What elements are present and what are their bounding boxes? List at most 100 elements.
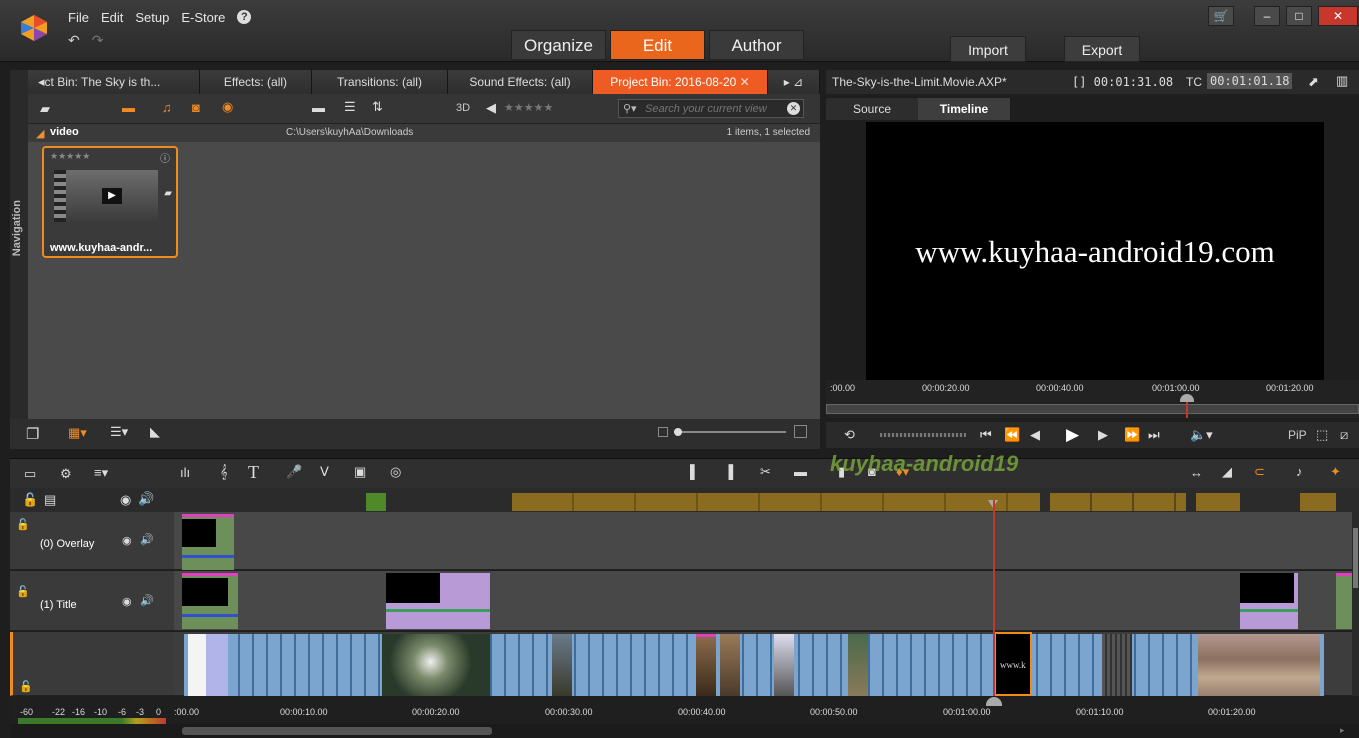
timeline-menu-icon[interactable]: ≡▾: [94, 465, 108, 481]
scroll-right-icon[interactable]: ▸: [784, 75, 790, 89]
timeline-clip[interactable]: [386, 573, 490, 629]
go-to-start-icon[interactable]: ⏮: [980, 427, 992, 443]
sort-icon[interactable]: ⇅: [372, 99, 383, 115]
lock-icon[interactable]: 🔓: [16, 585, 30, 598]
shuttle-control[interactable]: [880, 433, 966, 437]
track-name[interactable]: (1) Title: [40, 599, 77, 611]
scroll-right-icon[interactable]: ▸: [1340, 725, 1345, 736]
timeline-clip[interactable]: [552, 634, 572, 696]
list-view-icon[interactable]: ☰: [344, 99, 356, 115]
tab-project-bin-date[interactable]: Project Bin: 2016-08-20 ✕: [593, 70, 768, 94]
scrollbar-thumb[interactable]: [182, 727, 492, 735]
playhead-handle[interactable]: [986, 697, 1002, 706]
asset-rating[interactable]: ★★★★★: [50, 151, 90, 162]
wave-icon[interactable]: ᐯ: [320, 464, 329, 480]
visibility-icon[interactable]: ◉: [122, 534, 132, 547]
import-button[interactable]: Import: [950, 36, 1026, 62]
track-overlay[interactable]: [174, 512, 1352, 570]
track-settings-icon[interactable]: ▭: [24, 466, 36, 482]
timeline-clip[interactable]: [774, 634, 794, 696]
play-icon[interactable]: ▶: [1066, 425, 1079, 445]
folder-icon[interactable]: ▬: [312, 100, 325, 115]
lock-icon[interactable]: 🔓: [19, 680, 33, 693]
audio-mixer-icon[interactable]: ılı: [180, 465, 190, 480]
tab-sound-effects[interactable]: Sound Effects: (all): [448, 70, 593, 94]
storyboard-icon[interactable]: ▤: [44, 492, 56, 508]
player-scrubber-handle[interactable]: [1180, 394, 1194, 402]
step-forward-icon[interactable]: ⏩: [1124, 427, 1140, 443]
video-filter-icon[interactable]: ▬: [122, 100, 135, 115]
timeline-clip[interactable]: [382, 634, 490, 696]
speaker-icon[interactable]: 🔊: [138, 491, 154, 507]
zoom-slider-handle[interactable]: [674, 428, 682, 436]
list-view-icon[interactable]: ☰▾: [110, 424, 128, 440]
tab-timeline[interactable]: Timeline: [918, 98, 1010, 120]
tab-organize[interactable]: Organize: [511, 30, 606, 60]
maximize-button[interactable]: □: [1286, 6, 1312, 26]
timecode-display[interactable]: 00:01:01.18: [1207, 73, 1293, 89]
pin-panel-icon[interactable]: ◣: [150, 424, 160, 440]
tag-icon[interactable]: ◀: [486, 100, 496, 116]
magnet-icon[interactable]: ⊂: [1254, 464, 1265, 480]
title-editor-icon[interactable]: T: [248, 462, 259, 483]
add-to-collection-icon[interactable]: ▰: [40, 101, 50, 117]
search-input[interactable]: [645, 101, 785, 116]
marker-out-icon[interactable]: ▐: [724, 464, 733, 479]
marker-in-icon[interactable]: ▌: [690, 464, 699, 479]
settings-icon[interactable]: ⚙: [60, 466, 72, 482]
timeline-playhead[interactable]: [993, 500, 995, 700]
go-to-end-icon[interactable]: ⏭: [1148, 427, 1160, 443]
timeline-clip[interactable]: [188, 634, 206, 696]
close-tab-icon[interactable]: ✕: [740, 75, 750, 89]
timeline-clip[interactable]: [206, 634, 228, 696]
visibility-icon[interactable]: ◉: [120, 492, 131, 508]
cart-icon[interactable]: 🛒: [1208, 6, 1234, 26]
timeline-clip[interactable]: [182, 514, 234, 570]
help-icon[interactable]: ?: [237, 10, 252, 24]
selected-clip[interactable]: www.k: [994, 632, 1032, 696]
rating-filter[interactable]: ★★★★★: [504, 101, 553, 114]
timeline-vertical-scrollbar[interactable]: [1352, 512, 1359, 696]
player-scrub-bar[interactable]: [826, 404, 1359, 414]
redo-icon[interactable]: ↷: [92, 32, 104, 49]
frame-back-icon[interactable]: ◀: [1030, 427, 1040, 443]
timeline-ruler[interactable]: -60 -22 -16 -10 -6 -3 0 :00.00 00:00:10.…: [10, 696, 1359, 724]
expand-icon[interactable]: ◢: [36, 127, 44, 140]
layout-icon[interactable]: ▥: [1336, 73, 1348, 89]
pip-button[interactable]: PiP: [1288, 428, 1307, 442]
menu-file[interactable]: File: [68, 10, 89, 25]
disc-icon[interactable]: ◎: [390, 464, 401, 480]
minimize-button[interactable]: –: [1254, 6, 1280, 26]
speaker-icon[interactable]: 🔊: [140, 594, 154, 607]
dynamic-length-icon[interactable]: ↔: [1190, 465, 1203, 480]
zoom-slider[interactable]: [674, 431, 786, 433]
video-clip-sequence[interactable]: [184, 634, 1324, 696]
timeline-clip[interactable]: [1198, 634, 1320, 696]
timeline-overview[interactable]: 🔓 ▤ ◉ 🔊: [10, 488, 1359, 512]
razor-icon[interactable]: ✂: [760, 464, 771, 480]
pip-window-icon[interactable]: ⬚: [1316, 427, 1328, 443]
loop-icon[interactable]: ⟲: [844, 427, 855, 443]
speaker-icon[interactable]: 🔊: [140, 533, 154, 546]
step-back-icon[interactable]: ⏪: [1004, 427, 1020, 443]
timeline-clip[interactable]: [182, 573, 238, 629]
track-name[interactable]: (0) Overlay: [40, 538, 94, 550]
track-video[interactable]: www.k: [174, 632, 1352, 696]
close-button[interactable]: ✕: [1318, 6, 1358, 26]
tab-source[interactable]: Source: [826, 98, 918, 120]
menu-setup[interactable]: Setup: [135, 10, 169, 25]
fullscreen-icon[interactable]: ⬈: [1308, 74, 1319, 90]
tab-edit[interactable]: Edit: [610, 30, 705, 60]
scrollbar-thumb[interactable]: [1353, 528, 1358, 588]
tab-project-bin-sky[interactable]: ◂ ct Bin: The Sky is th...: [28, 70, 200, 94]
photo-filter-icon[interactable]: ◙: [192, 100, 200, 115]
3d-filter[interactable]: 3D: [456, 102, 470, 114]
player-screen[interactable]: www.kuyhaa-android19.com: [866, 122, 1324, 380]
visibility-icon[interactable]: ◉: [122, 595, 132, 608]
clear-search-icon[interactable]: ✕: [787, 102, 800, 115]
timeline-horizontal-scrollbar[interactable]: ▸: [10, 724, 1359, 738]
play-icon[interactable]: ▶: [102, 188, 122, 204]
export-button[interactable]: Export: [1064, 36, 1140, 62]
lock-icon[interactable]: 🔓: [16, 518, 30, 531]
tab-author[interactable]: Author: [709, 30, 804, 60]
